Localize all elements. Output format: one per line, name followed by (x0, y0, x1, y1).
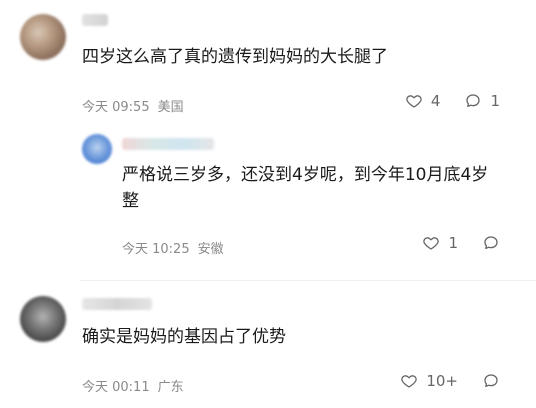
comment-1: 四岁这么高了真的遗传到妈妈的大长腿了 今天 09:55 美国 4 1 (0, 0, 536, 120)
avatar[interactable] (20, 296, 66, 342)
like-count: 10+ (426, 372, 458, 390)
comment-meta: 今天 09:55 美国 (82, 96, 184, 115)
chat-bubble-icon (484, 374, 498, 388)
comment-text-line-1: 严格说三岁多，还没到4岁呢，到今年10月底4岁 (122, 165, 489, 185)
avatar[interactable] (20, 14, 66, 60)
like-button[interactable]: 4 (405, 92, 441, 110)
reply-button[interactable] (482, 234, 500, 252)
username-redacted[interactable] (82, 298, 152, 310)
comment-location: 美国 (157, 100, 184, 115)
comment-text-line-2: 整 (122, 191, 139, 211)
username-redacted[interactable] (82, 14, 108, 26)
like-count: 1 (448, 234, 458, 252)
comment-3: 确实是妈妈的基因占了优势 今天 00:11 广东 10+ (0, 290, 536, 408)
comment-actions: 1 (422, 234, 500, 252)
comment-actions: 10+ (400, 372, 500, 390)
comment-location: 安徽 (197, 242, 224, 257)
comment-divider (80, 280, 536, 281)
reply-count: 1 (490, 92, 500, 110)
comment-meta: 今天 00:11 广东 (82, 376, 184, 395)
username-redacted[interactable] (122, 138, 214, 150)
comment-text: 确实是妈妈的基因占了优势 (82, 327, 286, 347)
chat-bubble-icon (484, 236, 498, 250)
comment-meta: 今天 10:25 安徽 (122, 238, 224, 257)
comment-time: 今天 10:25 (122, 242, 190, 257)
like-button[interactable]: 1 (422, 234, 458, 252)
chat-bubble-icon (466, 94, 481, 108)
avatar[interactable] (82, 134, 112, 164)
heart-outline-icon (406, 95, 422, 108)
heart-outline-icon (401, 375, 418, 388)
comment-actions: 4 1 (405, 92, 500, 110)
like-button[interactable]: 10+ (400, 372, 458, 390)
comment-time: 今天 09:55 (82, 100, 150, 115)
comment-location: 广东 (157, 380, 184, 395)
like-count: 4 (430, 92, 441, 110)
heart-outline-icon (423, 237, 440, 250)
comment-2-reply: 严格说三岁多，还没到4岁呢，到今年10月底4岁 整 今天 10:25 安徽 1 (0, 124, 536, 272)
comment-time: 今天 00:11 (82, 380, 150, 395)
comment-text: 严格说三岁多，还没到4岁呢，到今年10月底4岁 整 (122, 162, 522, 214)
comment-text: 四岁这么高了真的遗传到妈妈的大长腿了 (82, 47, 388, 67)
reply-button[interactable]: 1 (464, 92, 500, 110)
reply-button[interactable] (482, 372, 500, 390)
